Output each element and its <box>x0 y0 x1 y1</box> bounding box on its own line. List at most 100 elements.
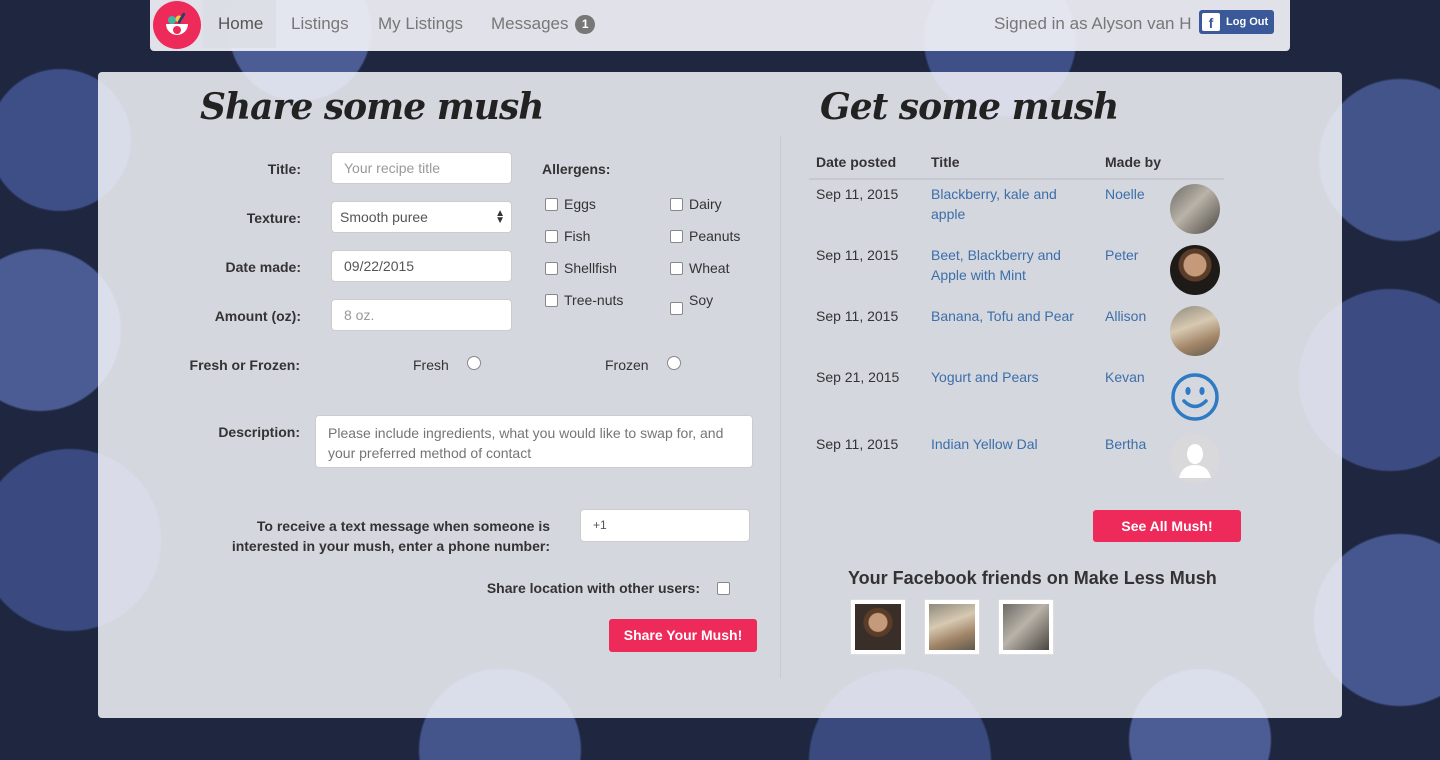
date-label: Date made: <box>225 259 301 275</box>
row-title-link[interactable]: Beet, Blackberry and Apple with Mint <box>931 245 1061 285</box>
allergen-peanuts-label: Peanuts <box>689 228 741 244</box>
row-date: Sep 11, 2015 <box>816 186 899 202</box>
texture-label: Texture: <box>246 210 301 226</box>
allergen-soy-label: Soy <box>689 292 714 308</box>
share-location-label: Share location with other users: <box>486 580 700 596</box>
title-label: Title: <box>267 161 301 177</box>
row-date: Sep 11, 2015 <box>816 308 899 324</box>
row-maker-link[interactable]: Kevan <box>1105 367 1145 387</box>
get-title: Get some mush <box>820 86 1119 128</box>
main-panel: Share some mush Title: Texture: Smooth p… <box>98 72 1342 718</box>
fresh-frozen-label: Fresh or Frozen: <box>189 357 300 373</box>
title-input[interactable] <box>331 152 512 184</box>
share-mush-button[interactable]: Share Your Mush! <box>609 619 757 652</box>
nav-home-label: Home <box>218 14 264 33</box>
default-user-icon[interactable] <box>1170 434 1220 484</box>
row-title-line-1: Blackberry, kale and <box>931 186 1057 202</box>
allergen-fish-label: Fish <box>564 228 591 244</box>
facebook-icon: f <box>1202 13 1220 31</box>
description-label: Description: <box>218 424 300 440</box>
row-maker-link[interactable]: Peter <box>1105 245 1138 265</box>
nav-listings-label: Listings <box>291 14 349 33</box>
allergen-dairy-label: Dairy <box>689 196 722 212</box>
row-title-link[interactable]: Indian Yellow Dal <box>931 434 1038 454</box>
allergen-eggs-checkbox[interactable] <box>545 198 558 211</box>
photo-avatar[interactable] <box>1170 245 1220 295</box>
logout-label: Log Out <box>1226 16 1269 28</box>
allergen-fish-checkbox[interactable] <box>545 230 558 243</box>
allergen-wheat-label: Wheat <box>689 260 730 276</box>
row-maker-link[interactable]: Bertha <box>1105 434 1146 454</box>
row-title-line-2: Apple with Mint <box>931 267 1026 283</box>
nav-messages-label: Messages <box>491 14 569 33</box>
row-divider <box>809 239 1224 240</box>
share-title: Share some mush <box>200 86 544 128</box>
row-maker-link[interactable]: Noelle <box>1105 184 1145 204</box>
allergen-peanuts-checkbox[interactable] <box>670 230 683 243</box>
nav-my-listings-label: My Listings <box>378 14 464 33</box>
allergen-soy-checkbox[interactable] <box>670 302 683 315</box>
see-all-mush-button[interactable]: See All Mush! <box>1093 510 1241 542</box>
phone-label-line-1: To receive a text message when someone i… <box>256 518 550 534</box>
fresh-radio[interactable] <box>467 356 481 370</box>
share-location-checkbox[interactable] <box>717 582 730 595</box>
header-divider <box>809 178 1224 180</box>
friend-photo <box>855 604 901 650</box>
friend-photo <box>1003 604 1049 650</box>
texture-select[interactable]: Smooth puree ▲ ▼ <box>331 201 512 233</box>
frozen-label: Frozen <box>605 357 649 373</box>
messages-count-badge: 1 <box>575 15 596 35</box>
row-maker-link[interactable]: Allison <box>1105 306 1146 326</box>
allergens-label: Allergens: <box>542 161 611 177</box>
col-date-posted: Date posted <box>816 154 897 170</box>
row-title-link[interactable]: Blackberry, kale and apple <box>931 184 1057 224</box>
row-date: Sep 21, 2015 <box>816 369 900 385</box>
allergen-shellfish-label: Shellfish <box>564 260 617 276</box>
photo-avatar[interactable] <box>1170 184 1220 234</box>
allergen-wheat-checkbox[interactable] <box>670 262 683 275</box>
phone-input[interactable]: +1 <box>580 509 750 542</box>
description-textarea[interactable] <box>315 415 753 468</box>
row-title-link[interactable]: Banana, Tofu and Pear <box>931 306 1074 326</box>
photo-avatar[interactable] <box>1170 306 1220 356</box>
friend-avatar[interactable] <box>924 599 980 655</box>
col-made-by: Made by <box>1105 154 1162 170</box>
allergen-shellfish-checkbox[interactable] <box>545 262 558 275</box>
col-title: Title <box>931 154 960 170</box>
bowl-icon <box>166 12 188 35</box>
amount-input[interactable] <box>331 299 512 331</box>
row-divider <box>809 300 1224 301</box>
friend-avatar[interactable] <box>998 599 1054 655</box>
friend-avatar[interactable] <box>850 599 906 655</box>
navbar: Home Listings My Listings Messages 1 Sig… <box>150 0 1290 51</box>
nav-my-listings[interactable]: My Listings <box>363 0 478 48</box>
column-divider <box>780 136 781 678</box>
row-title-link[interactable]: Yogurt and Pears <box>931 367 1039 387</box>
nav-messages[interactable]: Messages 1 <box>476 0 610 48</box>
row-date: Sep 11, 2015 <box>816 436 899 452</box>
fresh-label: Fresh <box>413 357 449 373</box>
date-value: 09/22/2015 <box>344 258 415 274</box>
app-logo[interactable] <box>153 1 201 49</box>
row-title-line-2: apple <box>931 206 966 222</box>
signed-in-text: Signed in as Alyson van H <box>994 14 1192 33</box>
allergen-tree-nuts-checkbox[interactable] <box>545 294 558 307</box>
frozen-radio[interactable] <box>667 356 681 370</box>
row-divider <box>809 361 1224 362</box>
allergen-tree-nuts-label: Tree-nuts <box>564 292 624 308</box>
row-title-line-1: Beet, Blackberry and <box>931 247 1061 263</box>
texture-value: Smooth puree <box>340 209 428 225</box>
date-input[interactable]: 09/22/2015 <box>331 250 512 282</box>
friends-divider <box>809 558 1239 559</box>
select-arrows-icon: ▲ ▼ <box>495 208 505 226</box>
facebook-friends-title: Your Facebook friends on Make Less Mush <box>848 568 1217 588</box>
allergen-dairy-checkbox[interactable] <box>670 198 683 211</box>
nav-listings[interactable]: Listings <box>276 0 364 48</box>
allergen-eggs-label: Eggs <box>564 196 596 212</box>
nav-home[interactable]: Home <box>203 0 276 48</box>
phone-value: +1 <box>593 518 607 532</box>
amount-label: Amount (oz): <box>214 308 301 324</box>
smiley-icon[interactable] <box>1170 372 1220 422</box>
logout-button[interactable]: f Log Out <box>1199 10 1274 34</box>
row-divider <box>809 428 1224 429</box>
